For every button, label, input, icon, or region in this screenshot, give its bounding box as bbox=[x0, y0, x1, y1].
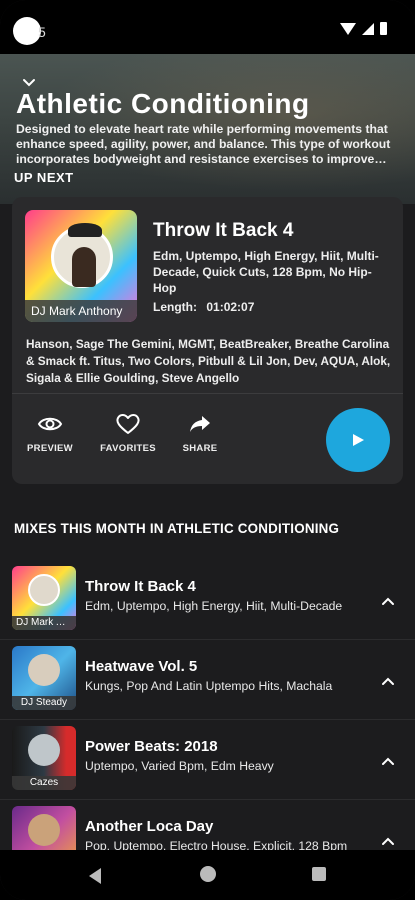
share-arrow-icon bbox=[190, 416, 210, 432]
dj-photo bbox=[28, 574, 60, 606]
heart-icon bbox=[116, 414, 140, 434]
wifi-icon bbox=[340, 22, 356, 35]
status-icons bbox=[340, 22, 387, 35]
mix-artists: Hanson, Sage The Gemini, MGMT, BeatBreak… bbox=[26, 337, 391, 385]
chevron-up-icon[interactable] bbox=[381, 594, 395, 608]
mix-list: DJ Mark Anthony Throw It Back 4 Edm, Upt… bbox=[0, 560, 415, 880]
mix-tags: Kungs, Pop And Latin Uptempo Hits, Macha… bbox=[85, 679, 333, 693]
mix-title: Throw It Back 4 bbox=[85, 578, 196, 595]
mix-cover-art[interactable]: DJ Mark Anthony bbox=[25, 210, 137, 322]
cover-dj-name: DJ Mark Anthony bbox=[25, 300, 137, 322]
up-next-label: UP NEXT bbox=[14, 170, 74, 185]
card-divider bbox=[12, 393, 403, 394]
battery-icon bbox=[380, 22, 387, 35]
preview-label: PREVIEW bbox=[27, 443, 73, 454]
back-icon[interactable] bbox=[89, 868, 101, 884]
mix-thumbnail[interactable]: DJ Steady bbox=[12, 646, 76, 710]
chevron-up-icon[interactable] bbox=[381, 754, 395, 768]
preview-button[interactable]: PREVIEW bbox=[24, 413, 76, 454]
eye-icon bbox=[37, 417, 63, 431]
mix-tags: Edm, Uptempo, High Energy, Hiit, Multi-D… bbox=[153, 249, 379, 295]
list-item[interactable]: Cazes Power Beats: 2018 Uptempo, Varied … bbox=[0, 720, 415, 800]
status-time: 5 bbox=[38, 24, 46, 40]
dj-photo bbox=[51, 223, 113, 288]
share-label: SHARE bbox=[182, 443, 218, 454]
dj-photo bbox=[28, 654, 60, 686]
system-navigation-bar bbox=[0, 850, 415, 900]
favorites-button[interactable]: FAVORITES bbox=[96, 413, 160, 454]
mix-thumbnail[interactable]: DJ Mark Anthony bbox=[12, 566, 76, 630]
chevron-up-icon[interactable] bbox=[381, 674, 395, 688]
mix-tags: Uptempo, Varied Bpm, Edm Heavy bbox=[85, 759, 274, 773]
mix-title: Power Beats: 2018 bbox=[85, 738, 218, 755]
mix-title: Heatwave Vol. 5 bbox=[85, 658, 198, 675]
home-icon[interactable] bbox=[200, 866, 216, 882]
dj-photo bbox=[28, 814, 60, 846]
page-title: Athletic Conditioning bbox=[16, 88, 310, 119]
status-bar: 5 bbox=[0, 0, 415, 54]
mix-length: Length: 01:02:07 bbox=[153, 300, 260, 314]
mix-title: Throw It Back 4 bbox=[153, 220, 294, 241]
chevron-up-icon[interactable] bbox=[381, 834, 395, 848]
app-screen: 5 Athletic Conditioning Designed to elev… bbox=[0, 0, 415, 900]
signal-icon bbox=[362, 22, 374, 35]
thumbnail-dj-name: DJ Mark Anthony bbox=[12, 616, 76, 630]
section-title: MIXES THIS MONTH IN ATHLETIC CONDITIONIN… bbox=[14, 521, 340, 536]
page-description: Designed to elevate heart rate while per… bbox=[16, 122, 391, 166]
share-button[interactable]: SHARE bbox=[178, 413, 222, 454]
mix-thumbnail[interactable]: Cazes bbox=[12, 726, 76, 790]
length-value: 01:02:07 bbox=[206, 300, 255, 314]
list-item[interactable]: DJ Mark Anthony Throw It Back 4 Edm, Upt… bbox=[0, 560, 415, 640]
camera-cutout bbox=[13, 17, 41, 45]
mix-tags: Edm, Uptempo, High Energy, Hiit, Multi-D… bbox=[85, 599, 343, 613]
thumbnail-dj-name: DJ Steady bbox=[12, 696, 76, 710]
dj-photo bbox=[28, 734, 60, 766]
mix-title: Another Loca Day bbox=[85, 818, 214, 835]
favorites-label: FAVORITES bbox=[100, 443, 156, 454]
thumbnail-dj-name: Cazes bbox=[12, 776, 76, 790]
play-button[interactable] bbox=[326, 408, 390, 472]
play-icon bbox=[353, 434, 364, 446]
list-item[interactable]: DJ Steady Heatwave Vol. 5 Kungs, Pop And… bbox=[0, 640, 415, 720]
recents-icon[interactable] bbox=[312, 867, 326, 881]
length-label: Length: bbox=[153, 300, 197, 314]
up-next-card[interactable]: DJ Mark Anthony Throw It Back 4 Edm, Upt… bbox=[12, 197, 403, 484]
